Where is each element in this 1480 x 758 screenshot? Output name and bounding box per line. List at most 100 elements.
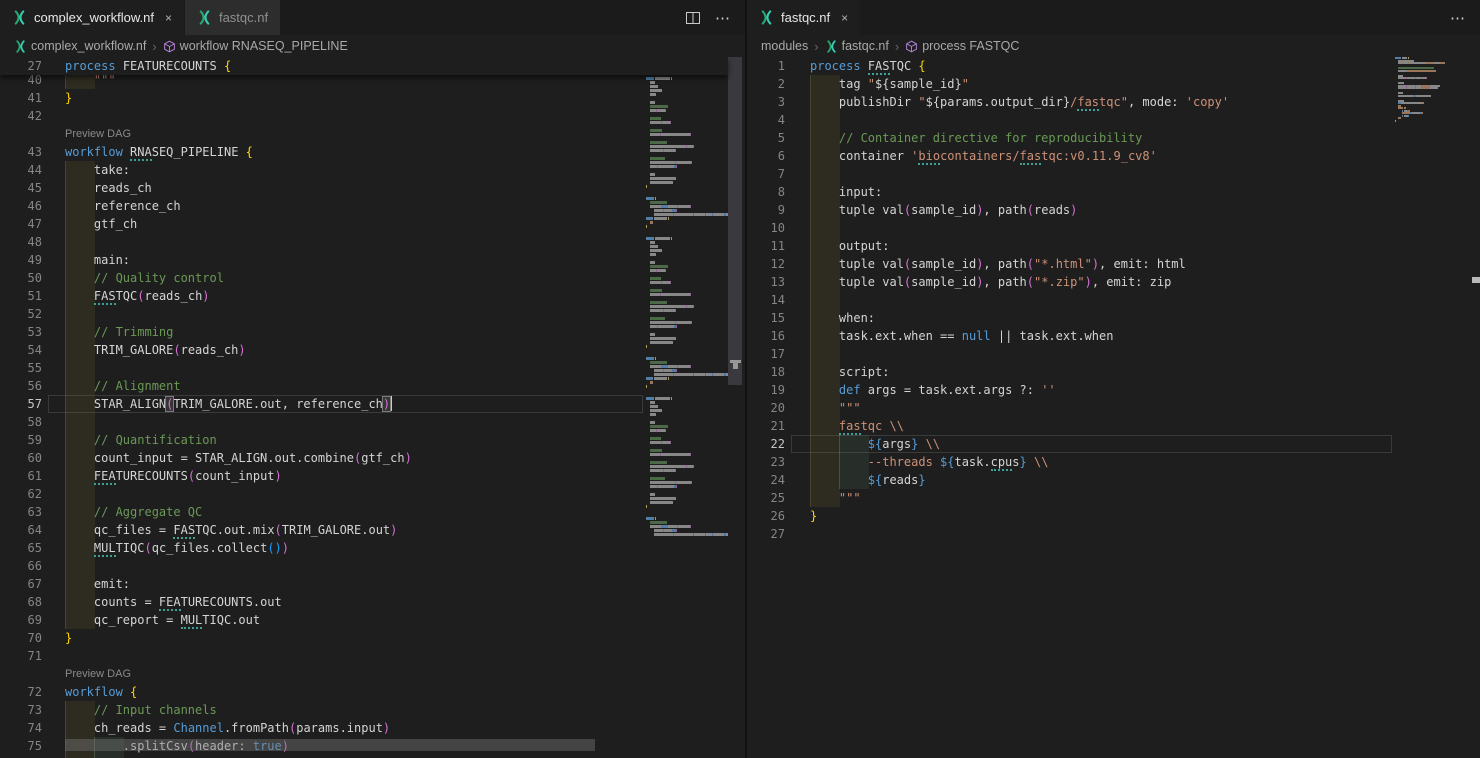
code-line-67[interactable]: emit: [94,575,130,593]
code-line-18[interactable]: script: [839,363,890,381]
minimap-line [654,213,673,216]
code-line-59[interactable]: // Quantification [94,431,217,449]
breadcrumb-symbol[interactable]: workflow RNASEQ_PIPELINE [163,39,348,53]
close-icon[interactable]: × [841,11,848,25]
tab-complex-workflow[interactable]: complex_workflow.nf × [0,0,185,35]
breadcrumb-file[interactable]: complex_workflow.nf [14,39,146,53]
code-line-51[interactable]: FASTQC(reads_ch) [94,287,210,305]
code-line-27[interactable]: process FEATURECOUNTS { [65,57,231,75]
code-line-60[interactable]: count_input = STAR_ALIGN.out.combine(gtf… [94,449,412,467]
code-token: TRIM_GALORE.out, reference_ch [173,397,383,411]
code-line-9[interactable]: tuple val(sample_id), path(reads) [839,201,1077,219]
code-line-64[interactable]: qc_files = FASTQC.out.mix(TRIM_GALORE.ou… [94,521,398,539]
sticky-scroll-line[interactable]: 27process FEATURECOUNTS { [0,57,728,75]
scrollbar-handle[interactable] [733,363,738,369]
code-token: ) [238,343,245,357]
horizontal-scrollbar[interactable] [65,739,595,751]
breadcrumb-folder[interactable]: modules [761,39,808,53]
code-line-2[interactable]: tag "${sample_id}" [839,75,969,93]
line-number: 48 [0,233,42,251]
indent-guide [810,93,840,111]
minimap-line [668,377,669,380]
code-line-8[interactable]: input: [839,183,882,201]
line-number: 23 [747,453,785,471]
code-line-47[interactable]: gtf_ch [94,215,137,233]
code-line-26[interactable]: } [810,507,817,525]
code-line-68[interactable]: counts = FEATURECOUNTS.out [94,593,282,611]
minimap-line [650,161,661,164]
more-actions-icon[interactable]: ⋯ [1450,9,1466,27]
code-line-44[interactable]: take: [94,161,130,179]
breadcrumb-symbol[interactable]: process FASTQC [905,39,1019,53]
code-editor-left[interactable]: 40"""41}42Preview DAG43workflow RNASEQ_P… [0,57,745,758]
code-token: ) [1085,275,1092,289]
indent-guide [810,327,840,345]
code-line-1[interactable]: process FASTQC { [810,57,926,75]
line-number: 60 [0,449,42,467]
minimap-line [646,377,653,380]
code-line-21[interactable]: fastqc \\ [839,417,904,435]
code-line-22[interactable]: ${args} \\ [868,435,940,453]
code-line-6[interactable]: container 'biocontainers/fastqc:v0.11.9_… [839,147,1157,165]
code-editor-right[interactable]: 1process FASTQC {2tag "${sample_id}"3pub… [747,57,1480,758]
vertical-scrollbar[interactable] [728,57,742,385]
line-number: 2 [747,75,785,93]
code-line-11[interactable]: output: [839,237,890,255]
code-line-13[interactable]: tuple val(sample_id), path("*.zip"), emi… [839,273,1171,291]
code-line-65[interactable]: MULTIQC(qc_files.collect()) [94,539,289,557]
code-line-15[interactable]: when: [839,309,875,327]
code-line-72[interactable]: workflow { [65,683,137,701]
code-line-19[interactable]: def args = task.ext.args ?: '' [839,381,1056,399]
code-line-69[interactable]: qc_report = MULTIQC.out [94,611,260,629]
code-line-41[interactable]: } [65,89,72,107]
close-icon[interactable]: × [165,11,172,25]
code-token: \\ [918,437,940,451]
minimap-line [678,205,690,208]
minimap-line [650,149,663,152]
split-editor-icon[interactable] [685,10,701,26]
code-line-25[interactable]: """ [839,489,861,507]
minimap[interactable] [646,57,728,758]
code-line-20[interactable]: """ [839,399,861,417]
minimap-line [672,337,676,340]
more-actions-icon[interactable]: ⋯ [715,9,731,27]
tab-fastqc-right[interactable]: fastqc.nf × [747,0,861,35]
minimap[interactable] [1395,57,1449,758]
code-line-53[interactable]: // Trimming [94,323,173,341]
line-number: 70 [0,629,42,647]
codelens[interactable]: Preview DAG [65,125,131,143]
code-line-16[interactable]: task.ext.when == null || task.ext.when [839,327,1114,345]
code-line-46[interactable]: reference_ch [94,197,181,215]
code-line-74[interactable]: ch_reads = Channel.fromPath(params.input… [94,719,390,737]
code-line-43[interactable]: workflow RNASEQ_PIPELINE { [65,143,253,161]
minimap-line [1421,112,1424,114]
minimap-line [693,465,694,468]
indent-guide [65,449,95,467]
code-line-61[interactable]: FEATURECOUNTS(count_input) [94,467,282,485]
code-line-50[interactable]: // Quality control [94,269,224,287]
code-line-49[interactable]: main: [94,251,130,269]
code-line-24[interactable]: ${reads} [868,471,926,489]
code-line-70[interactable]: } [65,629,72,647]
code-token: qc_files = [94,523,173,537]
minimap-line [1398,87,1406,89]
code-line-5[interactable]: // Container directive for reproducibili… [839,129,1142,147]
code-line-12[interactable]: tuple val(sample_id), path("*.html"), em… [839,255,1186,273]
code-line-57[interactable]: STAR_ALIGN(TRIM_GALORE.out, reference_ch… [94,395,392,413]
code-line-45[interactable]: reads_ch [94,179,152,197]
codelens[interactable]: Preview DAG [65,665,131,683]
minimap-line [667,321,675,324]
code-line-54[interactable]: TRIM_GALORE(reads_ch) [94,341,246,359]
code-line-3[interactable]: publishDir "${params.output_dir}/fastqc"… [839,93,1229,111]
code-line-63[interactable]: // Aggregate QC [94,503,202,521]
minimap-line [1416,95,1430,97]
code-line-56[interactable]: // Alignment [94,377,181,395]
code-line-73[interactable]: // Input channels [94,701,217,719]
code-token: tag [839,77,868,91]
code-token: """ [839,401,861,415]
minimap-line [674,213,693,216]
code-line-23[interactable]: --threads ${task.cpus} \\ [868,453,1049,471]
breadcrumb-file[interactable]: fastqc.nf [825,39,889,53]
tab-fastqc-left[interactable]: fastqc.nf [185,0,281,35]
minimap-line [658,165,674,168]
